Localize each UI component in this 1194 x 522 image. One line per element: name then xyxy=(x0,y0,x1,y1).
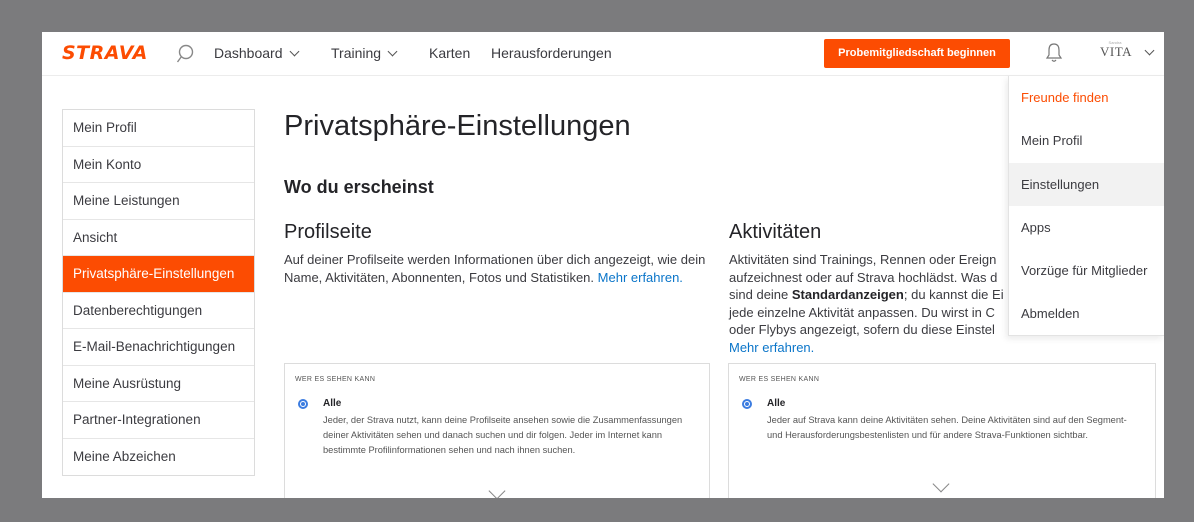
radio-everyone[interactable] xyxy=(742,399,752,409)
search-icon[interactable] xyxy=(175,43,195,65)
chevron-down-icon[interactable] xyxy=(488,482,506,498)
sidebar-item-meine-leistungen[interactable]: Meine Leistungen xyxy=(63,183,254,220)
nav-training[interactable]: Training xyxy=(331,45,398,61)
chevron-down-icon xyxy=(289,46,299,57)
top-navigation: STRAVA Dashboard Training Karten Herausf… xyxy=(42,32,1164,76)
avatar[interactable]: Sandra VITA xyxy=(1100,40,1132,66)
profile-visibility-card: WER ES SEHEN KANN Alle Jeder, der Strava… xyxy=(284,363,710,498)
nav-dashboard[interactable]: Dashboard xyxy=(214,45,299,61)
menu-item-logout[interactable]: Abmelden xyxy=(1009,292,1164,335)
app-window: STRAVA Dashboard Training Karten Herausf… xyxy=(42,32,1164,498)
activities-visibility-card: WER ES SEHEN KANN Alle Jeder auf Strava … xyxy=(728,363,1156,498)
activities-description: Aktivitäten sind Trainings, Rennen oder … xyxy=(729,251,1011,356)
bell-icon[interactable] xyxy=(1045,42,1063,64)
sidebar-item-datenberechtigungen[interactable]: Datenberechtigungen xyxy=(63,293,254,329)
sidebar-item-mein-profil[interactable]: Mein Profil xyxy=(63,110,254,147)
sidebar-item-abzeichen[interactable]: Meine Abzeichen xyxy=(63,439,254,476)
option-description: Jeder, der Strava nutzt, kann deine Prof… xyxy=(323,415,683,455)
option-label[interactable]: Alle xyxy=(323,398,341,409)
section-title: Wo du erscheinst xyxy=(284,177,434,197)
menu-item-apps[interactable]: Apps xyxy=(1009,206,1164,249)
profile-dropdown-menu: Freunde finden Mein Profil Einstellungen… xyxy=(1008,76,1164,336)
chevron-down-icon[interactable] xyxy=(1144,45,1155,56)
strava-logo[interactable]: STRAVA xyxy=(62,42,148,64)
radio-everyone[interactable] xyxy=(298,399,308,409)
card-heading: WER ES SEHEN KANN xyxy=(739,376,820,383)
card-heading: WER ES SEHEN KANN xyxy=(295,376,376,383)
sidebar-item-email[interactable]: E-Mail-Benachrichtigungen xyxy=(63,329,254,366)
nav-herausforderungen[interactable]: Herausforderungen xyxy=(491,45,612,61)
profile-learn-more-link[interactable]: Mehr erfahren. xyxy=(598,270,683,285)
menu-item-member-perks[interactable]: Vorzüge für Mitglieder xyxy=(1009,249,1164,292)
start-trial-button[interactable]: Probemitgliedschaft beginnen xyxy=(824,39,1010,68)
menu-item-find-friends[interactable]: Freunde finden xyxy=(1009,76,1164,119)
nav-karten[interactable]: Karten xyxy=(429,45,470,61)
menu-item-my-profile[interactable]: Mein Profil xyxy=(1009,119,1164,162)
page-title: Privatsphäre-Einstellungen xyxy=(284,110,631,142)
sidebar-item-ansicht[interactable]: Ansicht xyxy=(63,220,254,256)
profile-description: Auf deiner Profilseite werden Informatio… xyxy=(284,252,706,285)
chevron-down-icon[interactable] xyxy=(932,475,950,493)
activities-learn-more-link[interactable]: Mehr erfahren. xyxy=(729,339,1011,357)
chevron-down-icon xyxy=(387,46,398,57)
option-label[interactable]: Alle xyxy=(767,398,785,409)
menu-item-settings[interactable]: Einstellungen xyxy=(1009,162,1164,206)
option-description: Jeder auf Strava kann deine Aktivitäten … xyxy=(767,415,1127,440)
sidebar-item-mein-konto[interactable]: Mein Konto xyxy=(63,147,254,183)
sidebar-item-partner[interactable]: Partner-Integrationen xyxy=(63,402,254,439)
profile-heading: Profilseite xyxy=(284,221,372,243)
settings-sidebar: Mein Profil Mein Konto Meine Leistungen … xyxy=(62,109,255,476)
activities-heading: Aktivitäten xyxy=(729,221,822,243)
sidebar-item-privacy[interactable]: Privatsphäre-Einstellungen xyxy=(63,256,254,293)
sidebar-item-ausruestung[interactable]: Meine Ausrüstung xyxy=(63,366,254,402)
